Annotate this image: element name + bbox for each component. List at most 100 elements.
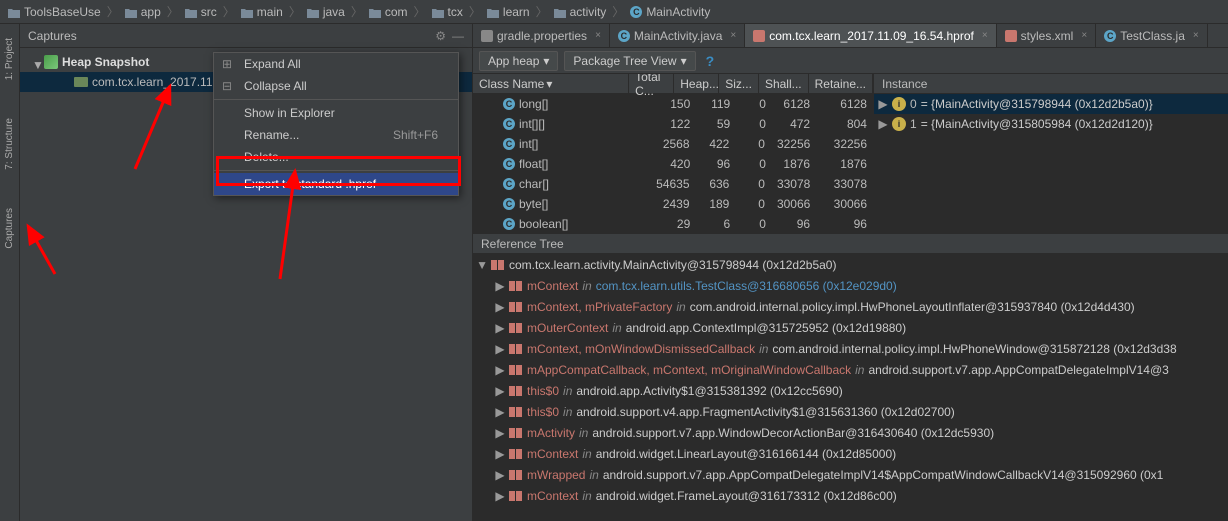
cell-size: 0	[736, 117, 772, 131]
folder-icon	[241, 7, 253, 17]
breadcrumb-item[interactable]: tcx	[428, 5, 467, 19]
menu-expand-all[interactable]: ⊞ Expand All	[214, 53, 458, 75]
menu-delete[interactable]: Delete...	[214, 146, 458, 168]
menu-item-label: Export to standard .hprof	[244, 177, 376, 191]
breadcrumb-label: learn	[503, 5, 530, 19]
close-icon[interactable]: ×	[1193, 30, 1199, 41]
ref-link[interactable]: com.tcx.learn.utils.TestClass@316680656 …	[596, 279, 897, 293]
disclosure-icon[interactable]: ▶	[495, 489, 505, 503]
disclosure-icon[interactable]: ▶	[878, 117, 888, 131]
minimize-icon[interactable]: —	[452, 29, 464, 43]
captures-tree: ▼ Heap Snapshot com.tcx.learn_2017.11.09…	[20, 48, 472, 521]
disclosure-icon[interactable]: ▶	[495, 447, 505, 461]
close-icon[interactable]: ×	[730, 30, 736, 41]
breadcrumb-item[interactable]: ToolsBaseUse	[4, 5, 105, 19]
close-icon[interactable]: ×	[1081, 30, 1087, 41]
heap-selector[interactable]: App heap▾	[479, 51, 558, 71]
menu-shortcut: Shift+F6	[393, 128, 438, 142]
col-size[interactable]: Siz...	[719, 74, 759, 93]
close-icon[interactable]: ×	[595, 30, 601, 41]
ref-row[interactable]: ▶ mAppCompatCallback, mContext, mOrigina…	[473, 359, 1228, 380]
disclosure-icon[interactable]: ▶	[495, 342, 505, 356]
file-icon	[1005, 30, 1017, 42]
breadcrumb-separator: 〉	[287, 3, 303, 20]
col-class-name[interactable]: Class Name▾	[473, 74, 629, 93]
ref-row[interactable]: ▶ mWrapped in android.support.v7.app.App…	[473, 464, 1228, 485]
table-row[interactable]: Cint[] 2568 422 0 32256 32256	[473, 134, 873, 154]
breadcrumb-item[interactable]: main	[237, 5, 287, 19]
breadcrumb-item[interactable]: src	[181, 5, 221, 19]
instance-value: = {MainActivity@315805984 (0x12d2d120)}	[921, 117, 1153, 131]
ref-row[interactable]: ▶ mContext, mPrivateFactory in com.andro…	[473, 296, 1228, 317]
table-row[interactable]: Cint[][] 122 59 0 472 804	[473, 114, 873, 134]
editor-tab[interactable]: styles.xml×	[997, 24, 1097, 48]
instance-value: = {MainActivity@315798944 (0x12d2b5a0)}	[921, 97, 1153, 111]
disclosure-icon[interactable]: ▶	[495, 300, 505, 314]
instance-panel: Instance ▶i0 = {MainActivity@315798944 (…	[873, 74, 1228, 233]
col-shallow[interactable]: Shall...	[759, 74, 809, 93]
ref-row[interactable]: ▶ mContext, mOnWindowDismissedCallback i…	[473, 338, 1228, 359]
ref-in: in	[563, 384, 572, 398]
disclosure-icon[interactable]: ▶	[495, 279, 505, 293]
cell-retained: 32256	[816, 137, 873, 151]
disclosure-icon[interactable]: ▼	[477, 258, 487, 272]
ref-row[interactable]: ▶ mContext in android.widget.LinearLayou…	[473, 443, 1228, 464]
menu-export-hprof[interactable]: Export to standard .hprof	[214, 173, 458, 195]
breadcrumb-item[interactable]: app	[121, 5, 165, 19]
table-row[interactable]: Cfloat[] 420 96 0 1876 1876	[473, 154, 873, 174]
tool-tab-captures[interactable]: Captures	[2, 204, 17, 253]
cell-name: Cbyte[]	[473, 197, 647, 211]
table-row[interactable]: Clong[] 150 119 0 6128 6128	[473, 94, 873, 114]
table-row[interactable]: Cbyte[] 2439 189 0 30066 30066	[473, 194, 873, 214]
disclosure-icon[interactable]: ▶	[495, 468, 505, 482]
editor-tab[interactable]: gradle.properties×	[473, 24, 610, 48]
ref-location: android.widget.FrameLayout@316173312 (0x…	[596, 489, 897, 503]
gear-icon[interactable]: ⚙	[435, 29, 446, 43]
ref-row[interactable]: ▶ mContext in android.widget.FrameLayout…	[473, 485, 1228, 506]
disclosure-icon[interactable]: ▶	[495, 426, 505, 440]
breadcrumb-item[interactable]: java	[303, 5, 349, 19]
breadcrumb: ToolsBaseUse〉app〉src〉main〉java〉com〉tcx〉l…	[0, 0, 1228, 24]
breadcrumb-item[interactable]: learn	[483, 5, 534, 19]
ref-root[interactable]: ▼ com.tcx.learn.activity.MainActivity@31…	[473, 254, 1228, 275]
disclosure-icon[interactable]: ▶	[495, 405, 505, 419]
cell-heap: 59	[696, 117, 736, 131]
view-selector[interactable]: Package Tree View▾	[564, 51, 695, 71]
col-retained[interactable]: Retaine...	[809, 74, 873, 93]
breadcrumb-item[interactable]: com	[365, 5, 412, 19]
table-row[interactable]: Cboolean[] 29 6 0 96 96	[473, 214, 873, 233]
menu-rename[interactable]: Rename... Shift+F6	[214, 124, 458, 146]
disclosure-icon[interactable]: ▶	[495, 363, 505, 377]
menu-collapse-all[interactable]: ⊟ Collapse All	[214, 75, 458, 97]
instance-row[interactable]: ▶i1 = {MainActivity@315805984 (0x12d2d12…	[874, 114, 1228, 134]
menu-show-explorer[interactable]: Show in Explorer	[214, 102, 458, 124]
ref-row[interactable]: ▶ mActivity in android.support.v7.app.Wi…	[473, 422, 1228, 443]
ref-row[interactable]: ▶ mContext in com.tcx.learn.utils.TestCl…	[473, 275, 1228, 296]
disclosure-icon[interactable]: ▶	[495, 321, 505, 335]
table-row[interactable]: Cchar[] 54635 636 0 33078 33078	[473, 174, 873, 194]
ref-location: android.support.v7.app.WindowDecorAction…	[592, 426, 994, 440]
tool-tab-structure[interactable]: 7: Structure	[2, 114, 17, 174]
instance-row[interactable]: ▶i0 = {MainActivity@315798944 (0x12d2b5a…	[874, 94, 1228, 114]
col-total[interactable]: Total C...	[629, 74, 674, 93]
editor-tab[interactable]: CTestClass.ja×	[1096, 24, 1208, 48]
breadcrumb-item[interactable]: CMainActivity	[626, 5, 714, 19]
cell-shallow: 472	[772, 117, 816, 131]
editor-tab[interactable]: com.tcx.learn_2017.11.09_16.54.hprof×	[745, 24, 996, 48]
disclosure-icon[interactable]: ▶	[495, 384, 505, 398]
ref-row[interactable]: ▶ mOuterContext in android.app.ContextIm…	[473, 317, 1228, 338]
col-heap[interactable]: Heap...	[674, 74, 719, 93]
tool-tab-project[interactable]: 1: Project	[2, 34, 17, 84]
breadcrumb-item[interactable]: activity	[550, 5, 611, 19]
ref-row[interactable]: ▶ this$0 in android.support.v4.app.Fragm…	[473, 401, 1228, 422]
disclosure-icon[interactable]: ▼	[32, 58, 40, 66]
close-icon[interactable]: ×	[982, 30, 988, 41]
context-menu: ⊞ Expand All ⊟ Collapse All Show in Expl…	[213, 52, 459, 196]
editor-tab[interactable]: CMainActivity.java×	[610, 24, 745, 48]
class-icon: C	[503, 198, 515, 210]
ref-row[interactable]: ▶ this$0 in android.app.Activity$1@31538…	[473, 380, 1228, 401]
disclosure-icon[interactable]: ▶	[878, 97, 888, 111]
breadcrumb-label: app	[141, 5, 161, 19]
help-icon[interactable]: ?	[702, 53, 719, 69]
ref-location: android.support.v7.app.AppCompatDelegate…	[603, 468, 1164, 482]
